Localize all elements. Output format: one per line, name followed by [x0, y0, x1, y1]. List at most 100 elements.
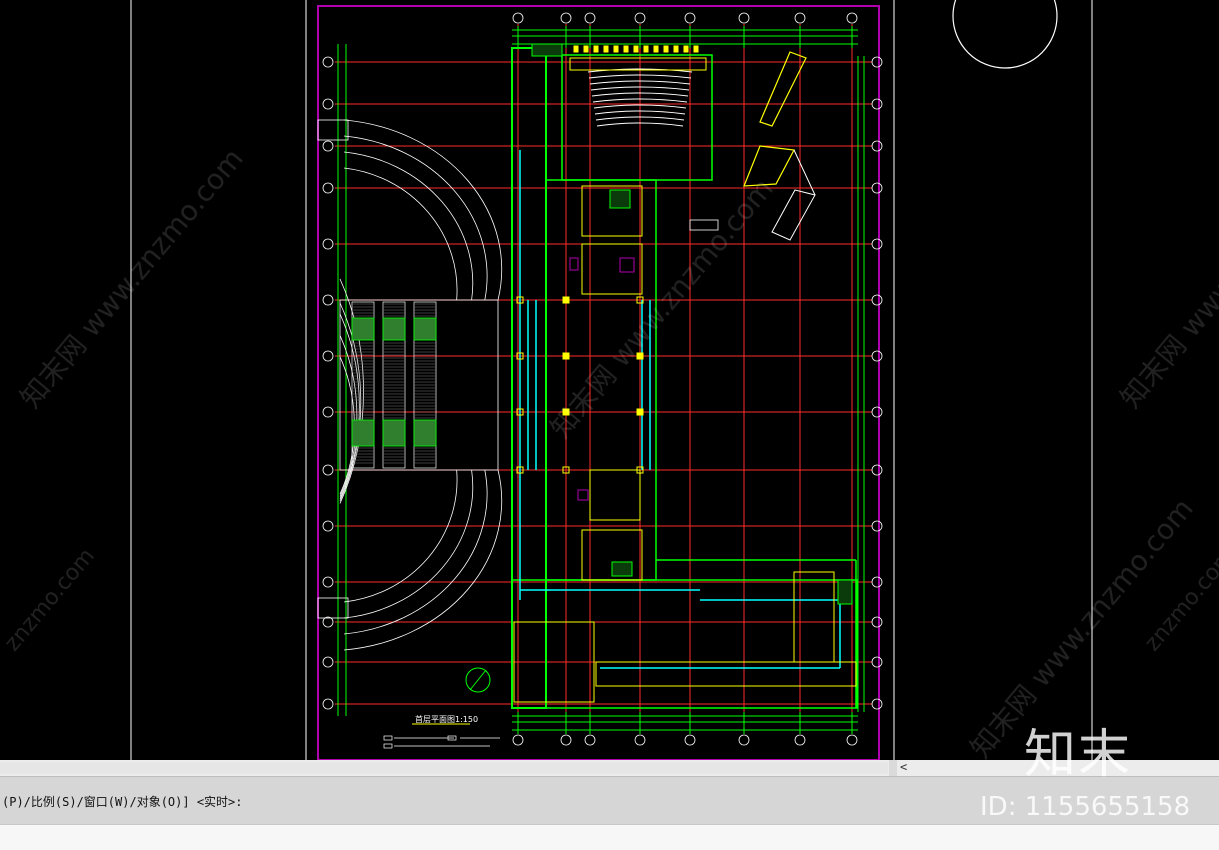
axis-bubble-left — [322, 238, 334, 250]
column-marker — [693, 45, 699, 53]
plaza-arc-top — [343, 151, 474, 301]
planting-bed — [382, 419, 406, 447]
axis-bubble-left — [322, 656, 334, 668]
column-marker — [663, 45, 669, 53]
axis-bubble-bottom — [634, 734, 646, 746]
axis-bubble-right — [871, 350, 883, 362]
drawing-frame — [317, 5, 880, 760]
axis-bubble-top — [794, 12, 806, 24]
stair-block — [531, 43, 563, 57]
planting-bed — [351, 419, 375, 447]
plaza-arc-top — [343, 135, 488, 301]
building-wing-south — [511, 579, 858, 709]
drawing-scale: 1:150 — [455, 715, 478, 724]
axis-bubble-left — [322, 182, 334, 194]
legend-swatch — [383, 743, 393, 749]
column-dot — [637, 353, 643, 359]
scrollbar-thumb[interactable] — [0, 762, 888, 774]
plaza-arc-bottom — [343, 469, 488, 635]
axis-bubble-top — [634, 12, 646, 24]
axis-bubble-left — [322, 406, 334, 418]
axis-bubble-bottom — [846, 734, 858, 746]
axis-bubble-left — [322, 698, 334, 710]
axis-bubble-right — [871, 520, 883, 532]
column-dot — [563, 353, 569, 359]
axis-bubble-left — [322, 140, 334, 152]
axis-bubble-bottom — [584, 734, 596, 746]
axis-bubble-top — [684, 12, 696, 24]
stair-block — [837, 579, 853, 605]
site-logo-text: 知末 — [1024, 725, 1133, 785]
axis-bubble-right — [871, 140, 883, 152]
annex-outline — [759, 51, 807, 127]
axis-bubble-left — [322, 576, 334, 588]
command-input[interactable] — [0, 824, 1219, 850]
axis-bubble-right — [871, 238, 883, 250]
annex-outline — [771, 189, 816, 241]
axis-bubble-top — [512, 12, 524, 24]
column-marker — [593, 45, 599, 53]
axis-bubble-left — [322, 464, 334, 476]
axis-bubble-bottom — [738, 734, 750, 746]
planting-bed — [382, 317, 406, 341]
axis-bubble-bottom — [560, 734, 572, 746]
floor-plan-drawing: 首层平面图 1:150 — [130, 0, 1093, 760]
scrollbar-separator — [889, 760, 897, 776]
axis-bubble-right — [871, 294, 883, 306]
axis-bubble-right — [871, 56, 883, 68]
plaza-arc-bottom — [343, 469, 503, 651]
plaza-arc-bottom — [343, 469, 474, 619]
axis-bubble-top — [560, 12, 572, 24]
plaza-bench — [317, 597, 349, 619]
axis-bubble-left — [322, 56, 334, 68]
axis-bubble-right — [871, 576, 883, 588]
scroll-left-arrow-icon[interactable]: < — [900, 760, 907, 774]
room-outline — [589, 469, 641, 521]
fixture-icon — [569, 257, 579, 271]
fixture-icon — [619, 257, 635, 273]
corridor-outline — [595, 661, 857, 687]
axis-bubble-right — [871, 656, 883, 668]
column-marker — [603, 45, 609, 53]
room-outline — [581, 243, 643, 295]
cad-drawing-canvas[interactable]: 首层平面图 1:150 知末网 www.znzmo.com znzmo.com 知… — [0, 0, 1219, 760]
axis-bubble-bottom — [512, 734, 524, 746]
planting-bed — [413, 317, 437, 341]
drawing-title: 首层平面图 — [415, 714, 455, 724]
axis-bubble-right — [871, 698, 883, 710]
annotation-box — [689, 219, 719, 231]
column-marker — [673, 45, 679, 53]
column-marker — [583, 45, 589, 53]
fixture-icon — [577, 489, 589, 501]
axis-bubble-bottom — [794, 734, 806, 746]
planting-bed — [413, 419, 437, 447]
column-dot — [563, 297, 569, 303]
resource-id-text: ID: 1155655158 — [980, 792, 1191, 822]
column-marker — [643, 45, 649, 53]
north-arrow-needle — [469, 669, 487, 691]
stair-block — [609, 189, 631, 209]
axis-bubble-left — [322, 294, 334, 306]
column-marker — [633, 45, 639, 53]
stair-block — [611, 561, 633, 577]
axis-bubble-top — [584, 12, 596, 24]
column-marker — [613, 45, 619, 53]
command-prompt-text: (P)/比例(S)/窗口(W)/对象(O)] <实时>: — [2, 795, 243, 809]
axis-bubble-top — [846, 12, 858, 24]
axis-bubble-right — [871, 464, 883, 476]
axis-bubble-left — [322, 98, 334, 110]
plaza-bench — [317, 119, 349, 141]
column-marker — [623, 45, 629, 53]
legend-swatch — [383, 735, 393, 741]
axis-bubble-bottom — [684, 734, 696, 746]
axis-bubble-top — [738, 12, 750, 24]
axis-bubble-left — [322, 350, 334, 362]
axis-bubble-left — [322, 616, 334, 628]
annex-outline — [743, 145, 795, 187]
axis-bubble-right — [871, 98, 883, 110]
viewport-circle — [952, 0, 1058, 69]
building-wall-west — [511, 47, 547, 709]
axis-bubble-right — [871, 406, 883, 418]
axis-bubble-left — [322, 520, 334, 532]
column-marker — [573, 45, 579, 53]
